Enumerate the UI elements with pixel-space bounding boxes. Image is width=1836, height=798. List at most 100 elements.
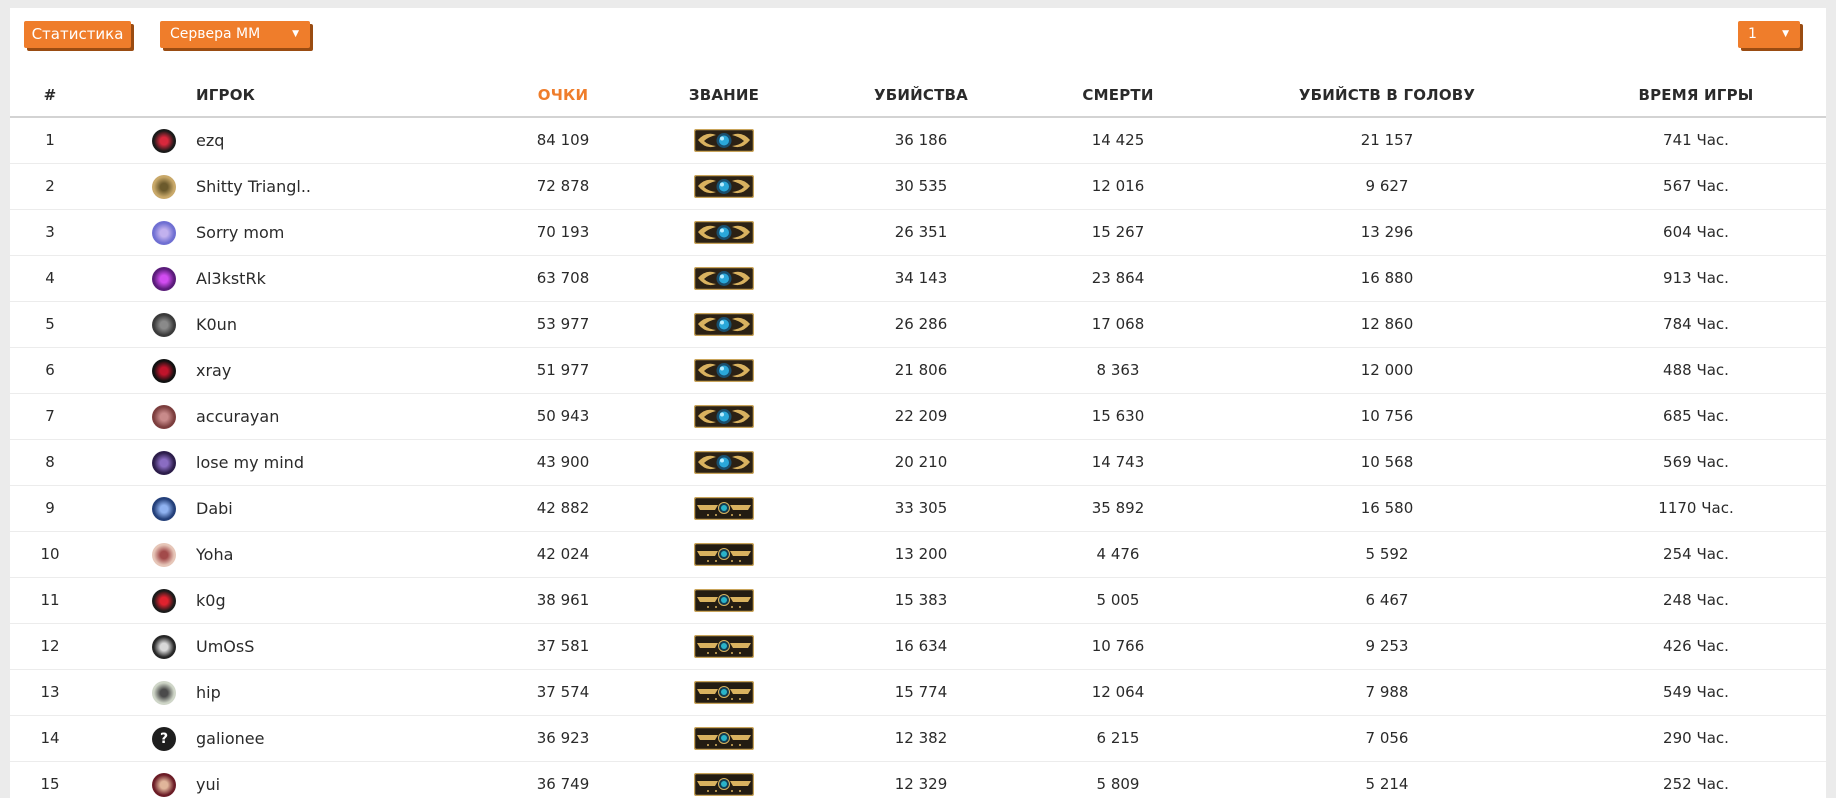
player-name[interactable]: lose my mind [196, 440, 304, 485]
player-name[interactable]: yui [196, 762, 220, 798]
player-playtime: 254 Час. [1663, 545, 1729, 563]
player-deaths: 23 864 [1091, 269, 1145, 287]
table-row[interactable]: 2 Shitty Triangl.. 72 878 30 535 12 016 … [10, 164, 1826, 210]
avatar[interactable] [152, 405, 176, 429]
table-row[interactable]: 14 ? galionee 36 923 12 382 6 215 7 056 … [10, 716, 1826, 762]
player-deaths: 4 476 [1096, 545, 1140, 563]
player-playtime: 604 Час. [1663, 223, 1729, 241]
table-row[interactable]: 9 Dabi 42 882 33 305 35 892 16 580 1170 … [10, 486, 1826, 532]
table-row[interactable]: 15 yui 36 749 12 329 5 809 5 214 252 Час… [10, 762, 1826, 798]
server-select-label: Сервера ММ [170, 26, 261, 42]
player-name[interactable]: K0un [196, 302, 237, 347]
player-kills: 22 209 [894, 407, 948, 425]
column-rank[interactable]: ЗВАНИЕ [689, 86, 759, 104]
player-playtime: 248 Час. [1663, 591, 1729, 609]
player-deaths: 5 809 [1096, 775, 1140, 793]
server-select[interactable]: Сервера ММ ▼ [160, 21, 310, 48]
player-kills: 36 186 [894, 131, 948, 149]
player-headshots: 13 296 [1360, 223, 1414, 241]
player-points: 84 109 [536, 131, 590, 149]
player-headshots: 10 756 [1360, 407, 1414, 425]
rank-badge-icon [694, 451, 754, 474]
player-deaths: 10 766 [1091, 637, 1145, 655]
player-kills: 13 200 [894, 545, 948, 563]
player-name[interactable]: Sorry mom [196, 210, 284, 255]
column-points[interactable]: ОЧКИ [538, 86, 589, 104]
player-points: 70 193 [536, 223, 590, 241]
table-row[interactable]: 8 lose my mind 43 900 20 210 14 743 10 5… [10, 440, 1826, 486]
avatar[interactable] [152, 773, 176, 797]
avatar[interactable]: ? [152, 727, 176, 751]
player-name[interactable]: xray [196, 348, 231, 393]
player-playtime: 567 Час. [1663, 177, 1729, 195]
rank-badge-icon [694, 497, 754, 520]
rank-badge-icon [694, 727, 754, 750]
player-name[interactable]: Dabi [196, 486, 233, 531]
player-headshots: 12 860 [1360, 315, 1414, 333]
player-playtime: 1170 Час. [1658, 499, 1734, 517]
avatar[interactable] [152, 681, 176, 705]
avatar[interactable] [152, 635, 176, 659]
table-row[interactable]: 10 Yoha 42 024 13 200 4 476 5 592 254 Ча… [10, 532, 1826, 578]
avatar[interactable] [152, 175, 176, 199]
column-deaths[interactable]: СМЕРТИ [1082, 86, 1153, 104]
avatar[interactable] [152, 129, 176, 153]
column-kills[interactable]: УБИЙСТВА [874, 86, 968, 104]
player-headshots: 16 880 [1360, 269, 1414, 287]
table-row[interactable]: 7 accurayan 50 943 22 209 15 630 10 756 … [10, 394, 1826, 440]
column-headshots[interactable]: УБИЙСТВ В ГОЛОВУ [1299, 86, 1475, 104]
column-player[interactable]: ИГРОК [196, 86, 255, 104]
avatar[interactable] [152, 359, 176, 383]
player-kills: 21 806 [894, 361, 948, 379]
player-name[interactable]: ezq [196, 118, 224, 163]
avatar[interactable] [152, 589, 176, 613]
player-headshots: 9 627 [1365, 177, 1409, 195]
avatar[interactable] [152, 451, 176, 475]
player-name[interactable]: galionee [196, 716, 264, 761]
player-name[interactable]: UmOsS [196, 624, 254, 669]
rank-badge-icon [694, 773, 754, 796]
table-row[interactable]: 4 Al3kstRk 63 708 34 143 23 864 16 880 9… [10, 256, 1826, 302]
column-index[interactable]: # [44, 86, 57, 104]
row-index: 12 [40, 637, 60, 655]
player-name[interactable]: Al3kstRk [196, 256, 266, 301]
table-row[interactable]: 5 K0un 53 977 26 286 17 068 12 860 784 Ч… [10, 302, 1826, 348]
table-row[interactable]: 11 k0g 38 961 15 383 5 005 6 467 248 Час… [10, 578, 1826, 624]
player-name[interactable]: Shitty Triangl.. [196, 164, 311, 209]
rank-badge-icon [694, 681, 754, 704]
avatar[interactable] [152, 497, 176, 521]
avatar[interactable] [152, 313, 176, 337]
player-points: 36 749 [536, 775, 590, 793]
table-row[interactable]: 1 ezq 84 109 36 186 14 425 21 157 741 Ча… [10, 118, 1826, 164]
player-kills: 26 351 [894, 223, 948, 241]
player-name[interactable]: Yoha [196, 532, 233, 577]
player-points: 42 024 [536, 545, 590, 563]
rank-badge-icon [694, 313, 754, 336]
player-name[interactable]: k0g [196, 578, 226, 623]
rank-badge-icon [694, 359, 754, 382]
table-row[interactable]: 13 hip 37 574 15 774 12 064 7 988 549 Ча… [10, 670, 1826, 716]
player-playtime: 252 Час. [1663, 775, 1729, 793]
rank-badge-icon [694, 129, 754, 152]
table-row[interactable]: 12 UmOsS 37 581 16 634 10 766 9 253 426 … [10, 624, 1826, 670]
player-points: 37 581 [536, 637, 590, 655]
avatar[interactable] [152, 267, 176, 291]
page-select-value: 1 [1748, 26, 1757, 42]
statistics-button[interactable]: Статистика [24, 21, 131, 48]
row-index: 14 [40, 729, 60, 747]
player-name[interactable]: accurayan [196, 394, 279, 439]
player-kills: 12 382 [894, 729, 948, 747]
avatar[interactable] [152, 543, 176, 567]
row-index: 4 [45, 269, 55, 287]
avatar[interactable] [152, 221, 176, 245]
column-playtime[interactable]: ВРЕМЯ ИГРЫ [1638, 86, 1753, 104]
player-headshots: 7 056 [1365, 729, 1409, 747]
rank-badge-icon [694, 221, 754, 244]
player-headshots: 9 253 [1365, 637, 1409, 655]
table-row[interactable]: 3 Sorry mom 70 193 26 351 15 267 13 296 … [10, 210, 1826, 256]
chevron-down-icon: ▼ [1782, 29, 1789, 39]
page-select[interactable]: 1 ▼ [1738, 21, 1800, 48]
table-row[interactable]: 6 xray 51 977 21 806 8 363 12 000 488 Ча… [10, 348, 1826, 394]
player-name[interactable]: hip [196, 670, 221, 715]
rank-badge-icon [694, 589, 754, 612]
